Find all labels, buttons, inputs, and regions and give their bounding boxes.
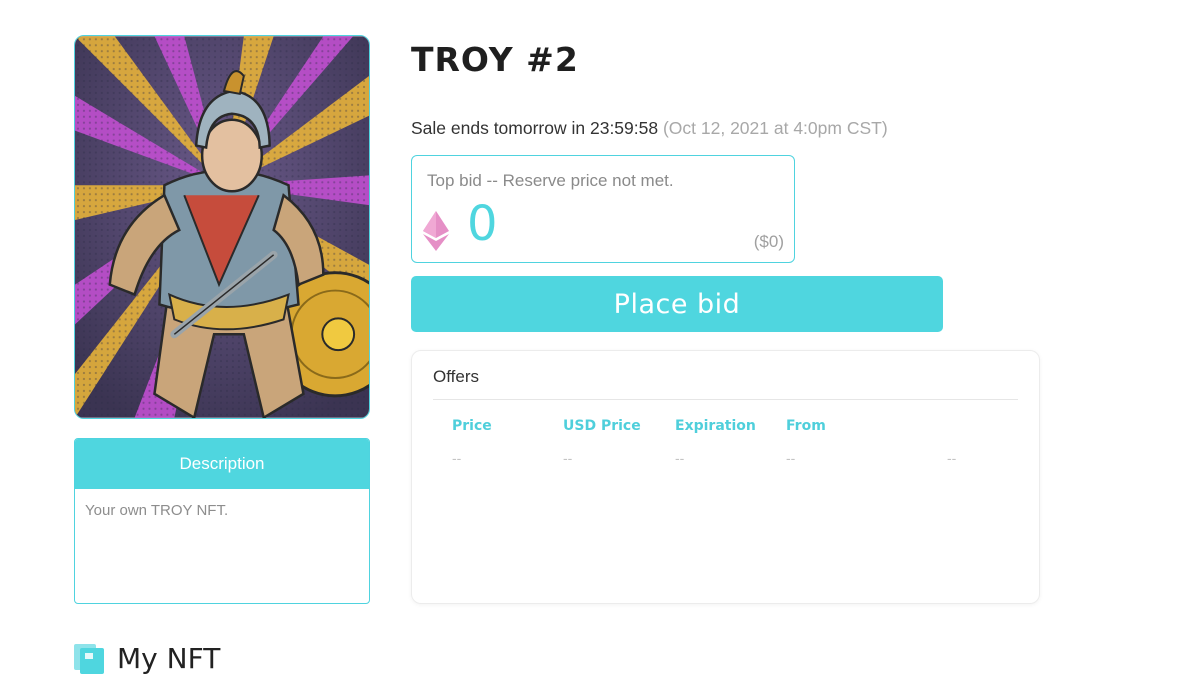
ethereum-icon [423, 211, 449, 251]
gallery-icon [74, 643, 104, 674]
description-card: Description Your own TROY NFT. [74, 438, 370, 604]
top-bid-panel: Top bid -- Reserve price not met. 0 ($0) [411, 155, 795, 263]
nft-image[interactable] [74, 35, 370, 419]
nft-title: TROY #2 [411, 40, 579, 79]
column-header-usd-price[interactable]: USD Price [563, 418, 641, 434]
cell-price: -- [452, 450, 462, 466]
my-nft-heading: My NFT [74, 642, 220, 675]
sale-countdown: Sale ends tomorrow in 23:59:58 (Oct 12, … [411, 118, 888, 139]
column-header-price[interactable]: Price [452, 418, 492, 434]
cell-expiration: -- [675, 450, 685, 466]
sale-end-date: (Oct 12, 2021 at 4:0pm CST) [662, 118, 888, 138]
offers-title: Offers [433, 367, 479, 386]
description-header[interactable]: Description [75, 439, 369, 489]
cell-usd-price: -- [563, 450, 573, 466]
description-text: Your own TROY NFT. [85, 502, 229, 519]
warrior-artwork [75, 36, 369, 418]
top-bid-amount: 0 [467, 196, 498, 252]
top-bid-usd: ($0) [753, 232, 784, 251]
my-nft-label: My NFT [117, 642, 221, 675]
column-header-expiration[interactable]: Expiration [675, 418, 756, 434]
cell-action: -- [947, 450, 957, 466]
offers-panel: Offers Price USD Price Expiration From -… [411, 350, 1040, 604]
cell-from: -- [786, 450, 796, 466]
sale-ends-text: Sale ends tomorrow in 23:59:58 [411, 118, 659, 138]
top-bid-label: Top bid -- Reserve price not met. [427, 171, 674, 190]
place-bid-button[interactable]: Place bid [411, 276, 943, 332]
offers-divider [433, 399, 1018, 400]
column-header-from[interactable]: From [786, 418, 826, 434]
